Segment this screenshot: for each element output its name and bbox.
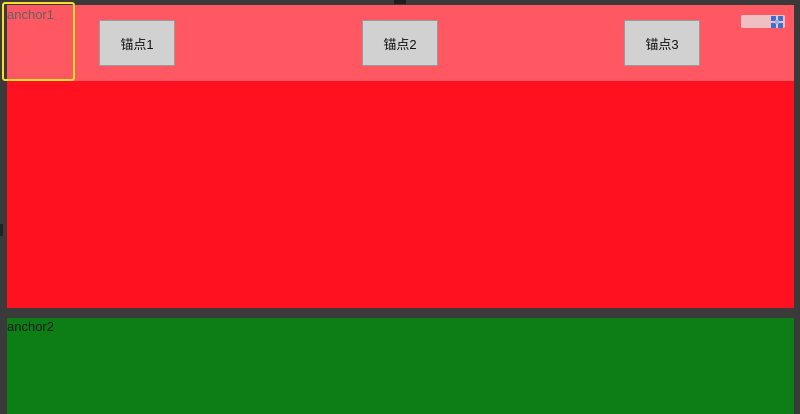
anchor1-button[interactable]: 锚点1 — [99, 20, 175, 66]
anchor2-label: anchor2 — [7, 319, 54, 334]
grid-icon — [771, 15, 783, 28]
window-side-handle — [0, 224, 3, 236]
anchor3-button[interactable]: 锚点3 — [624, 20, 700, 66]
corner-widget[interactable] — [741, 15, 785, 28]
anchor-nav-bar: 锚点1 锚点2 锚点3 — [7, 5, 794, 81]
window-top-handle — [394, 0, 406, 4]
anchor2-button[interactable]: 锚点2 — [362, 20, 438, 66]
anchor2-section: anchor2 — [7, 318, 794, 414]
